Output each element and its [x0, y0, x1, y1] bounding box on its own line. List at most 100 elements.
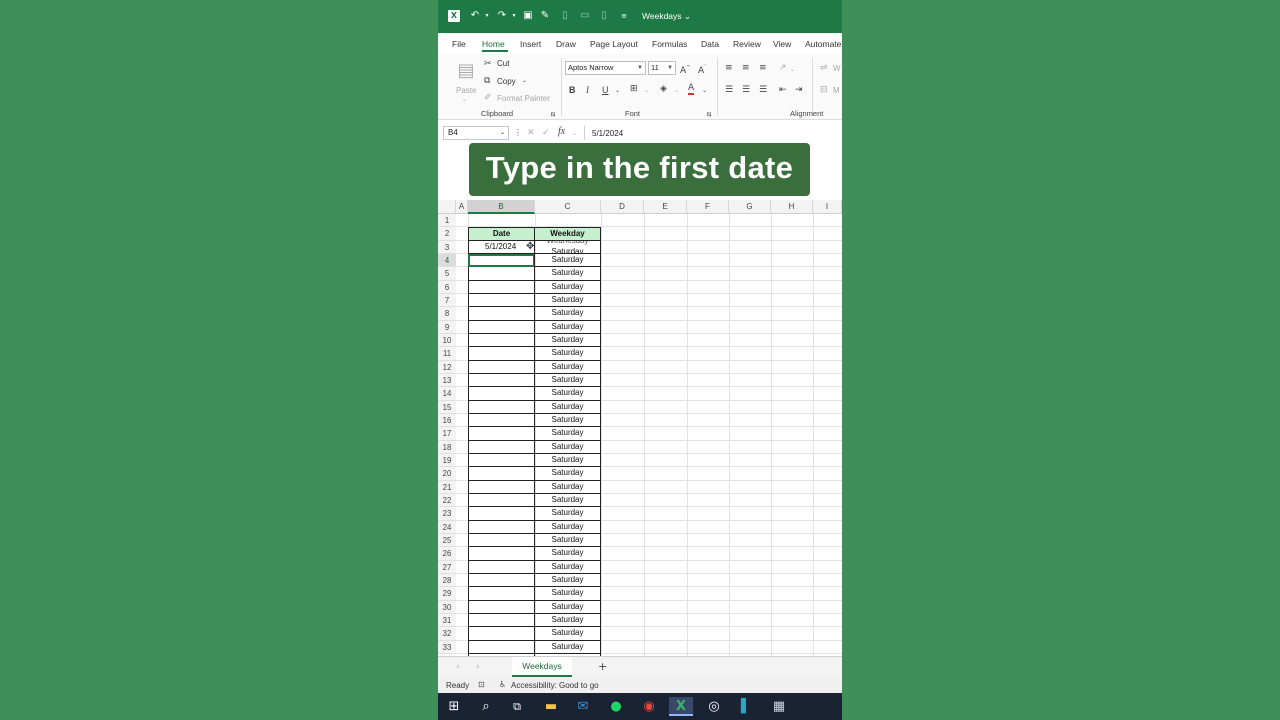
column-header-h[interactable]: H — [771, 200, 813, 214]
cell-b14[interactable] — [468, 387, 535, 401]
cell-c4[interactable]: Saturday — [534, 253, 601, 268]
cell-b28[interactable] — [468, 573, 535, 588]
font-size-select[interactable]: 11 ▼ — [648, 61, 676, 75]
cancel-icon[interactable]: ✕ — [527, 128, 535, 138]
middle-align-icon[interactable]: ≡ — [742, 63, 750, 73]
tab-formulas[interactable]: Formulas — [652, 39, 687, 49]
row-header-1[interactable]: 1 — [438, 214, 456, 228]
obs-icon[interactable]: ◎ — [704, 697, 724, 716]
chrome-icon[interactable]: ◉ — [639, 697, 659, 716]
paste-button[interactable]: ▤ Paste ⌄ — [454, 60, 478, 104]
row-header-30[interactable]: 30 — [438, 600, 456, 614]
italic-button[interactable]: I — [586, 85, 589, 95]
row-header-10[interactable]: 10 — [438, 333, 456, 348]
search-icon[interactable]: ⌕ — [476, 697, 496, 716]
more-icon[interactable]: ⋮ — [514, 128, 522, 138]
borders-icon[interactable]: ⊞ — [630, 84, 638, 94]
row-header-25[interactable]: 25 — [438, 533, 456, 548]
align-right-icon[interactable]: ☰ — [759, 85, 767, 95]
cell-b22[interactable] — [468, 493, 535, 508]
cell-b16[interactable] — [468, 413, 535, 428]
increase-font-icon[interactable]: A^ — [680, 63, 690, 76]
underline-button[interactable]: U — [602, 85, 609, 95]
cell-c13[interactable]: Saturday — [534, 373, 601, 388]
formula-input[interactable]: 5/1/2024 — [592, 129, 623, 138]
top-align-icon[interactable]: ≡ — [725, 63, 733, 73]
dialog-launcher-icon[interactable]: ⧅ — [707, 109, 711, 119]
chevron-down-icon[interactable]: ⌄ — [572, 129, 577, 139]
chevron-down-icon[interactable]: ⌄ — [674, 86, 679, 96]
redo-icon[interactable]: ↷ — [496, 10, 508, 22]
cell-b31[interactable] — [468, 613, 535, 628]
cell-c18[interactable]: Saturday — [534, 440, 601, 454]
row-header-18[interactable]: 18 — [438, 440, 456, 454]
row-header-24[interactable]: 24 — [438, 520, 456, 534]
cell-b8[interactable] — [468, 307, 535, 321]
align-center-icon[interactable]: ☰ — [742, 85, 750, 95]
cell-b13[interactable] — [468, 373, 535, 388]
row-header-33[interactable]: 33 — [438, 640, 456, 654]
row-header-7[interactable]: 7 — [438, 293, 456, 308]
row-header-22[interactable]: 22 — [438, 493, 456, 508]
format-painter-button[interactable]: ✐ Format Painter — [484, 92, 554, 104]
cell-c27[interactable]: Saturday — [534, 560, 601, 574]
column-header-i[interactable]: I — [813, 200, 842, 214]
cell-b26[interactable] — [468, 547, 535, 561]
accessibility-icon[interactable]: ♿ — [499, 680, 506, 690]
cell-c7[interactable]: Saturday — [534, 293, 601, 308]
cell-c5[interactable]: Saturday — [534, 267, 601, 281]
cell-b5[interactable] — [468, 267, 535, 281]
row-header-29[interactable]: 29 — [438, 587, 456, 601]
calculator-icon[interactable]: ▦ — [769, 697, 789, 716]
tab-view[interactable]: View — [773, 39, 791, 49]
row-header-11[interactable]: 11 — [438, 347, 456, 361]
row-header-23[interactable]: 23 — [438, 507, 456, 521]
name-box[interactable]: B4 ⌄ — [443, 126, 509, 140]
tab-draw[interactable]: Draw — [556, 39, 576, 49]
bold-button[interactable]: B — [569, 85, 576, 95]
cell-b7[interactable] — [468, 293, 535, 308]
cell-c28[interactable]: Saturday — [534, 573, 601, 588]
column-header-d[interactable]: D — [601, 200, 644, 214]
cell-b33[interactable] — [468, 640, 535, 654]
bottom-align-icon[interactable]: ≡ — [759, 63, 767, 73]
row-header-13[interactable]: 13 — [438, 373, 456, 388]
cell-b11[interactable] — [468, 347, 535, 361]
cell-b24[interactable] — [468, 520, 535, 534]
cell-c22[interactable]: Saturday — [534, 493, 601, 508]
tab-home[interactable]: Home — [482, 39, 505, 49]
cell-b3[interactable]: 5/1/2024 — [468, 240, 535, 254]
cell-b20[interactable] — [468, 467, 535, 481]
tab-data[interactable]: Data — [701, 39, 719, 49]
enter-icon[interactable]: ✓ — [542, 128, 550, 138]
tab-page-layout[interactable]: Page Layout — [590, 39, 638, 49]
row-header-27[interactable]: 27 — [438, 560, 456, 574]
dialog-launcher-icon[interactable]: ⧅ — [551, 109, 555, 119]
row-header-12[interactable]: 12 — [438, 360, 456, 374]
cell-b17[interactable] — [468, 427, 535, 441]
cell-c33[interactable]: Saturday — [534, 640, 601, 654]
accessibility-status[interactable]: Accessibility: Good to go — [511, 681, 599, 690]
cell-b9[interactable] — [468, 320, 535, 334]
row-header-2[interactable]: 2 — [438, 227, 456, 241]
file-explorer-icon[interactable]: ▬ — [541, 697, 561, 716]
previous-sheet-icon[interactable]: ‹ — [456, 662, 460, 672]
cell-b18[interactable] — [468, 440, 535, 454]
row-header-20[interactable]: 20 — [438, 467, 456, 481]
tab-review[interactable]: Review — [733, 39, 761, 49]
row-header-17[interactable]: 17 — [438, 427, 456, 441]
cell-c30[interactable]: Saturday — [534, 600, 601, 614]
next-sheet-icon[interactable]: › — [476, 662, 480, 672]
row-header-14[interactable]: 14 — [438, 387, 456, 401]
redo-dropdown-icon[interactable]: ▾ — [508, 10, 520, 22]
cell-c10[interactable]: Saturday — [534, 333, 601, 348]
cell-c3[interactable]: WednesdaySaturday — [534, 240, 601, 254]
cut-button[interactable]: ✂ Cut — [484, 58, 524, 70]
cell-c21[interactable]: Saturday — [534, 480, 601, 494]
row-header-28[interactable]: 28 — [438, 573, 456, 588]
row-header-8[interactable]: 8 — [438, 307, 456, 321]
row-header-4[interactable]: 4 — [438, 253, 456, 268]
chevron-down-icon[interactable]: ⌄ — [644, 86, 649, 96]
row-header-19[interactable]: 19 — [438, 453, 456, 468]
fill-color-icon[interactable]: ◈ — [660, 84, 667, 94]
